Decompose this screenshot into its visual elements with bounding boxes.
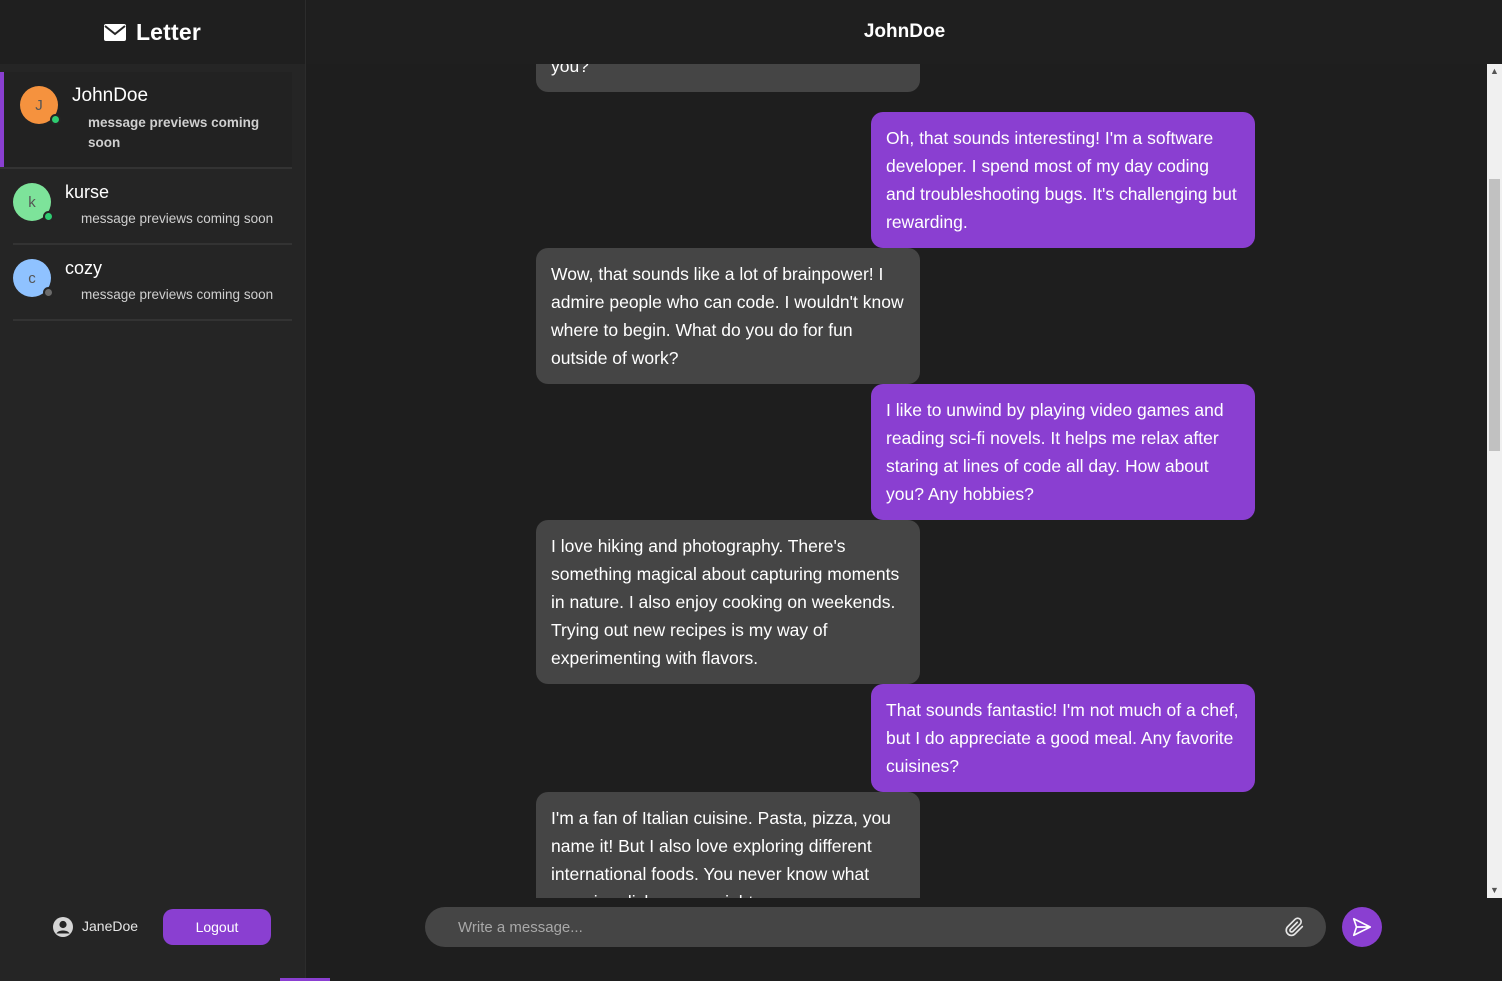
offline-status-dot [43,287,54,298]
message-bubble-incoming: Wow, that sounds like a lot of brainpowe… [536,248,920,384]
contact-info: JohnDoe message previews coming soon [72,82,273,153]
avatar-initial: J [35,96,43,114]
message-composer [425,907,1326,947]
message-bubble-incoming: I'm a fan of Italian cuisine. Pasta, piz… [536,792,920,898]
contact-name: JohnDoe [72,85,149,106]
current-user-bar: JaneDoe Logout [0,909,306,945]
avatar: J [20,86,61,125]
send-button[interactable] [1342,907,1382,947]
contact-item-johndoe[interactable]: J JohnDoe message previews coming soon [0,72,292,169]
avatar: k [13,183,54,222]
contact-preview: message previews coming soon [81,211,274,226]
message-bubble-outgoing: Oh, that sounds interesting! I'm a softw… [871,112,1255,248]
contact-item-cozy[interactable]: c cozy message previews coming soon [13,245,292,321]
message-input[interactable] [425,907,1265,947]
online-status-dot [50,114,61,125]
scroll-up-arrow-icon[interactable]: ▲ [1487,64,1502,79]
avatar: c [13,259,54,298]
contact-name: cozy [65,258,103,278]
scroll-down-arrow-icon[interactable]: ▼ [1487,883,1502,898]
user-circle-icon [53,917,73,937]
message-bubble-outgoing: I like to unwind by playing video games … [871,384,1255,520]
avatar-initial: k [28,193,36,211]
contact-name: kurse [65,182,110,202]
sidebar: Letter J JohnDoe message previews coming… [0,0,306,981]
avatar-initial: c [28,269,36,287]
online-status-dot [43,211,54,222]
contact-list: J JohnDoe message previews coming soon k… [0,64,305,321]
app-window: Letter J JohnDoe message previews coming… [0,0,1502,981]
current-username: JaneDoe [82,918,139,934]
contact-preview: message previews coming soon [88,115,260,150]
message-scrollbar[interactable]: ▲ ▼ [1487,64,1502,898]
brand-header: Letter [0,0,305,64]
message-bubble-outgoing: That sounds fantastic! I'm not much of a… [871,684,1255,792]
contact-item-kurse[interactable]: k kurse message previews coming soon [13,169,292,245]
logout-button[interactable]: Logout [163,909,271,945]
paperclip-icon[interactable] [1284,916,1306,938]
send-icon [1352,917,1372,937]
chat-title: JohnDoe [863,21,946,42]
contact-info: kurse message previews coming soon [65,179,273,229]
message-list[interactable]: you? Oh, that sounds interesting! I'm a … [307,64,1487,898]
message-bubble-incoming: you? [536,64,920,92]
envelope-icon [103,23,126,41]
message-bubble-incoming: I love hiking and photography. There's s… [536,520,920,684]
chat-header: JohnDoe [307,0,1502,64]
scroll-thumb[interactable] [1489,179,1500,451]
chat-panel: JohnDoe you? Oh, that sounds interesting… [307,0,1502,981]
brand-name: Letter [135,18,202,45]
contact-preview: message previews coming soon [81,287,274,302]
contact-info: cozy message previews coming soon [65,255,273,305]
